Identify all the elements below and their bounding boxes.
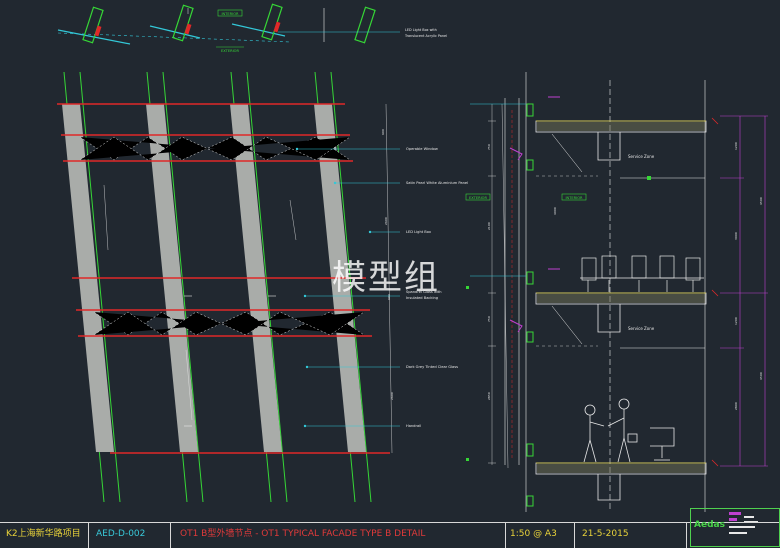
drawing-title: OT1 B型外墙节点 - OT1 TYPICAL FACADE TYPE B D… <box>180 529 426 539</box>
svg-text:2600: 2600 <box>390 392 394 400</box>
top-exterior-tag: EXTERIOR <box>221 49 240 53</box>
svg-text:4500: 4500 <box>759 197 763 205</box>
zone-label-upper: Service Zone <box>628 154 655 159</box>
wall-section: Service Zone Service Zone EXTERIOR INTER… <box>465 72 768 512</box>
section-exterior-tag: EXTERIOR <box>469 196 488 200</box>
watermark-text: 模型组 <box>332 258 440 298</box>
svg-text:750: 750 <box>487 316 491 322</box>
svg-text:4500: 4500 <box>759 372 763 380</box>
drawing-number: AED-D-002 <box>96 529 146 539</box>
note-aluminium-panel: Satin Pearl White Aluminium Panel <box>406 181 468 185</box>
title-divider <box>505 523 506 548</box>
note-tinted-glass: Dark Grey Tinted Clear Glass <box>406 365 458 369</box>
zone-label-lower: Service Zone <box>628 326 655 331</box>
title-divider <box>170 523 171 548</box>
svg-text:2850: 2850 <box>487 392 491 400</box>
company-logo: Aedas <box>694 520 725 530</box>
note-handrail: Handrail <box>406 424 421 428</box>
project-name: K2上海新华路项目 <box>6 529 81 539</box>
svg-text:1200: 1200 <box>734 317 738 325</box>
svg-text:2600: 2600 <box>384 217 388 225</box>
people-figures <box>583 398 675 463</box>
svg-text:600: 600 <box>381 129 385 135</box>
top-plan-detail: INTERIOR EXTERIOR LED Light Box with Tra… <box>57 3 447 53</box>
svg-text:750: 750 <box>487 144 491 150</box>
svg-text:1200: 1200 <box>734 142 738 150</box>
top-note-line-2: Translucent Acrylic Panel <box>404 34 447 38</box>
title-divider <box>686 523 687 548</box>
note-operable-window: Operable Window <box>406 147 438 151</box>
top-interior-tag: INTERIOR <box>221 12 239 16</box>
drawing-scale: 1:50 @ A3 <box>510 529 557 539</box>
title-divider <box>574 523 575 548</box>
svg-text:2100: 2100 <box>487 222 491 230</box>
drawing-date: 21-5-2015 <box>582 529 629 539</box>
title-divider <box>88 523 89 548</box>
svg-text:2800: 2800 <box>734 402 738 410</box>
chairs-row <box>580 255 704 292</box>
svg-text:4000: 4000 <box>553 207 557 215</box>
title-block: K2上海新华路项目 AED-D-002 OT1 B型外墙节点 - OT1 TYP… <box>0 522 780 548</box>
top-note-line-1: LED Light Box with <box>405 28 437 32</box>
note-led-light-box: LED Light Box <box>406 230 432 234</box>
svg-text:3000: 3000 <box>734 232 738 240</box>
section-interior-tag: INTERIOR <box>565 196 583 200</box>
